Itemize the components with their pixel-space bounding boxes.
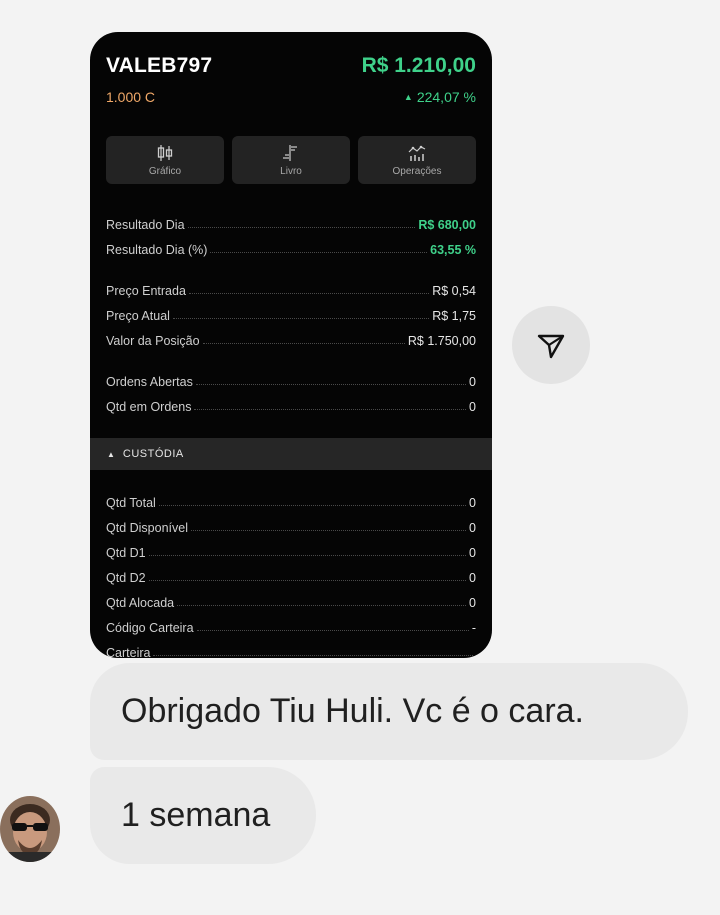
row-label: Qtd Disponível xyxy=(106,521,188,535)
row-label: Qtd Alocada xyxy=(106,596,175,610)
custody-row: Qtd Disponível 0 xyxy=(106,517,476,535)
ticker-symbol: VALEB797 xyxy=(106,54,213,77)
chart-button-label: Gráfico xyxy=(148,165,182,177)
order-book-button[interactable]: Livro xyxy=(232,136,350,184)
up-arrow-icon: ▲ xyxy=(403,92,413,102)
current-price: R$ 1.210,00 xyxy=(361,54,476,77)
avatar-image xyxy=(0,796,60,862)
row-label: Ordens Abertas xyxy=(106,375,193,389)
chart-button[interactable]: Gráfico xyxy=(106,136,224,184)
operations-button[interactable]: Operações xyxy=(358,136,476,184)
message-text: 1 semana xyxy=(121,796,271,834)
row-value: R$ 680,00 xyxy=(418,218,476,232)
avatar[interactable] xyxy=(0,796,60,862)
custody-section-title: CUSTÓDIA xyxy=(122,448,184,460)
operations-chart-icon xyxy=(408,145,426,161)
row-label: Qtd Total xyxy=(106,496,156,510)
row-label: Código Carteira xyxy=(106,621,194,635)
qty-in-orders-row: Qtd em Ordens 0 xyxy=(106,396,476,414)
custody-row: Qtd D2 0 xyxy=(106,567,476,585)
share-button[interactable] xyxy=(512,306,590,384)
custody-row: Qtd Total 0 xyxy=(106,492,476,510)
message-bubble[interactable]: 1 semana xyxy=(90,767,316,864)
row-label: Qtd em Ordens xyxy=(106,400,192,414)
message-text: Obrigado Tiu Huli. Vc é o cara. xyxy=(121,692,585,730)
row-value: - xyxy=(471,621,476,635)
candlestick-chart-icon xyxy=(157,144,173,161)
price-change-value: 224,07 % xyxy=(416,89,476,105)
row-label: Preço Entrada xyxy=(106,284,186,298)
row-value: 0 xyxy=(469,496,476,510)
entry-price-row: Preço Entrada R$ 0,54 xyxy=(106,280,476,298)
message-bubble[interactable]: Obrigado Tiu Huli. Vc é o cara. xyxy=(90,663,688,760)
result-day-percent-row: Resultado Dia (%) 63,55 % xyxy=(106,239,476,257)
position-value-row: Valor da Posição R$ 1.750,00 xyxy=(106,330,476,348)
row-value: R$ 1.750,00 xyxy=(407,334,476,348)
position-card: VALEB797 R$ 1.210,00 1.000 C ▲ 224,07 % G… xyxy=(90,32,492,658)
row-label: Resultado Dia (%) xyxy=(106,243,208,257)
order-book-button-label: Livro xyxy=(280,165,302,177)
custody-section-header[interactable]: ▲ CUSTÓDIA xyxy=(90,438,492,470)
custody-row: Código Carteira - xyxy=(106,617,476,635)
row-label: Qtd D1 xyxy=(106,546,146,560)
row-value: 0 xyxy=(469,546,476,560)
row-value: 63,55 % xyxy=(430,243,476,257)
row-label: Qtd D2 xyxy=(106,571,146,585)
row-value: R$ 0,54 xyxy=(432,284,476,298)
collapse-arrow-icon: ▲ xyxy=(107,449,115,459)
row-label: Valor da Posição xyxy=(106,334,200,348)
operations-button-label: Operações xyxy=(392,165,442,177)
custody-row: Qtd D1 0 xyxy=(106,542,476,560)
row-value: 0 xyxy=(469,400,476,414)
row-label: Preço Atual xyxy=(106,309,170,323)
custody-row: Carteira xyxy=(106,642,476,658)
row-value: 0 xyxy=(469,375,476,389)
row-value: R$ 1,75 xyxy=(432,309,476,323)
open-orders-row: Ordens Abertas 0 xyxy=(106,371,476,389)
paper-plane-icon xyxy=(537,334,565,359)
row-label: Resultado Dia xyxy=(106,218,185,232)
row-value: 0 xyxy=(469,596,476,610)
custody-row: Qtd Alocada 0 xyxy=(106,592,476,610)
result-day-row: Resultado Dia R$ 680,00 xyxy=(106,214,476,232)
order-book-icon xyxy=(283,144,297,161)
row-label: Carteira xyxy=(106,646,151,658)
position-quantity: 1.000 C xyxy=(106,89,156,105)
current-price-row: Preço Atual R$ 1,75 xyxy=(106,305,476,323)
row-value: 0 xyxy=(469,521,476,535)
row-value: 0 xyxy=(469,571,476,585)
price-change: ▲ 224,07 % xyxy=(404,89,476,105)
